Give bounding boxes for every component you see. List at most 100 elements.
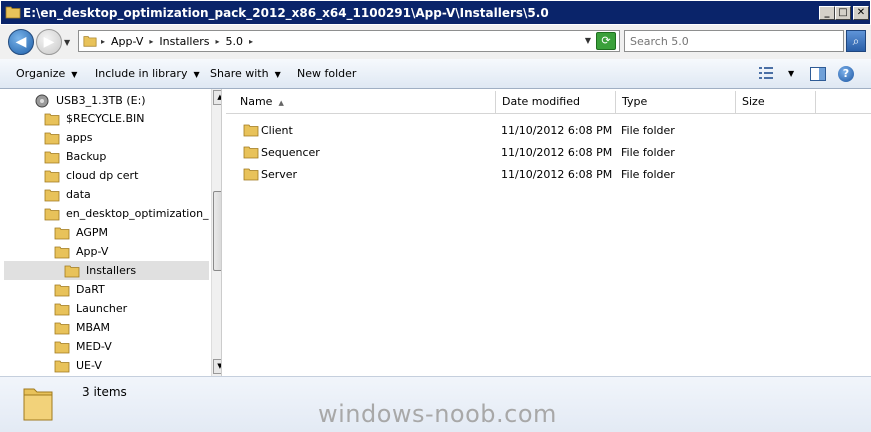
back-button[interactable]: ◀ bbox=[8, 29, 34, 55]
view-dropdown[interactable]: ▼ bbox=[788, 69, 794, 78]
navigation-pane: USB3_1.3TB (E:) $RECYCLE.BIN apps Backup… bbox=[4, 89, 222, 376]
folder-icon bbox=[54, 322, 70, 334]
scroll-thumb[interactable] bbox=[213, 191, 221, 271]
tree-scrollbar[interactable]: ▲ ▼ bbox=[211, 89, 221, 376]
arrow-left-icon: ◀ bbox=[15, 34, 27, 50]
file-row-client[interactable]: Client 11/10/2012 6:08 PM File folder bbox=[226, 120, 871, 140]
organize-label: Organize bbox=[16, 67, 66, 80]
tree-item-ue-v[interactable]: UE-V bbox=[54, 356, 209, 375]
sort-ascending-icon: ▲ bbox=[278, 99, 284, 107]
folder-icon bbox=[54, 341, 70, 353]
address-bar[interactable]: ▸ App-V ▸ Installers ▸ 5.0 ▸ ▼ bbox=[78, 30, 620, 52]
tree-item-label: Installers bbox=[86, 264, 137, 277]
tree-item-med-v[interactable]: MED-V bbox=[54, 337, 209, 356]
folder-icon bbox=[243, 168, 259, 181]
tree-item-data[interactable]: data bbox=[44, 185, 209, 204]
tree-item-agpm[interactable]: AGPM bbox=[54, 223, 209, 242]
tree-item-label: $RECYCLE.BIN bbox=[66, 112, 145, 125]
minimize-button[interactable]: _ bbox=[819, 6, 835, 20]
tree-item-backup[interactable]: Backup bbox=[44, 147, 209, 166]
folder-icon bbox=[5, 6, 21, 19]
chevron-right-icon[interactable]: ▸ bbox=[249, 37, 253, 46]
tree-item-launcher[interactable]: Launcher bbox=[54, 299, 209, 318]
arrow-right-icon: ▶ bbox=[43, 34, 55, 50]
folder-icon bbox=[44, 208, 60, 220]
folder-icon bbox=[44, 113, 60, 125]
tree-item-label: DaRT bbox=[76, 283, 105, 296]
file-row-server[interactable]: Server 11/10/2012 6:08 PM File folder bbox=[226, 164, 871, 184]
view-options-icon[interactable] bbox=[758, 66, 774, 80]
tree-item-cloud-dp-cert[interactable]: cloud dp cert bbox=[44, 166, 209, 185]
column-header-size[interactable]: Size bbox=[736, 91, 816, 113]
drive-icon bbox=[35, 94, 49, 107]
window-title: E:\en_desktop_optimization_pack_2012_x86… bbox=[23, 6, 549, 20]
tree-item-en-desktop-optimization-pack[interactable]: en_desktop_optimization_pac bbox=[44, 204, 209, 223]
column-header-label: Name bbox=[240, 95, 273, 108]
refresh-icon: ⟳ bbox=[601, 34, 611, 47]
close-button[interactable]: ✕ bbox=[853, 6, 869, 20]
breadcrumb-installers[interactable]: Installers bbox=[159, 35, 209, 48]
breadcrumb-app-v[interactable]: App-V bbox=[111, 35, 143, 48]
column-header-name[interactable]: Name ▲ bbox=[234, 91, 496, 113]
breadcrumb: ▸ App-V ▸ Installers ▸ 5.0 ▸ bbox=[101, 35, 259, 48]
folder-icon bbox=[54, 360, 70, 372]
search-button[interactable]: ⌕ bbox=[846, 30, 866, 52]
scroll-up-button[interactable]: ▲ bbox=[213, 90, 221, 105]
folder-icon bbox=[83, 36, 97, 47]
tree-item-label: Launcher bbox=[76, 302, 128, 315]
chevron-right-icon[interactable]: ▸ bbox=[149, 37, 153, 46]
tree-item-drive[interactable]: USB3_1.3TB (E:) bbox=[34, 91, 209, 110]
watermark: windows-noob.com bbox=[318, 400, 557, 428]
organize-menu[interactable]: Organize ▼ bbox=[16, 67, 77, 80]
file-date: 11/10/2012 6:08 PM bbox=[501, 124, 613, 137]
file-row-sequencer[interactable]: Sequencer 11/10/2012 6:08 PM File folder bbox=[226, 142, 871, 162]
chevron-right-icon[interactable]: ▸ bbox=[101, 37, 105, 46]
refresh-button[interactable]: ⟳ bbox=[596, 32, 616, 50]
tree-item-app-v[interactable]: App-V bbox=[54, 242, 209, 261]
tree-item-label: MBAM bbox=[76, 321, 111, 334]
share-with-menu[interactable]: Share with ▼ bbox=[210, 67, 281, 80]
file-name: Sequencer bbox=[261, 146, 320, 159]
header-divider bbox=[226, 113, 871, 114]
tree-item-label: UE-V bbox=[76, 359, 102, 372]
help-button[interactable]: ? bbox=[838, 66, 854, 82]
forward-button[interactable]: ▶ bbox=[36, 29, 62, 55]
folder-icon bbox=[44, 132, 60, 144]
folder-icon bbox=[44, 170, 60, 182]
chevron-right-icon[interactable]: ▸ bbox=[216, 37, 220, 46]
file-name: Client bbox=[261, 124, 293, 137]
breadcrumb-5-0[interactable]: 5.0 bbox=[226, 35, 244, 48]
address-history-dropdown[interactable]: ▼ bbox=[585, 36, 591, 45]
tree-item-label: en_desktop_optimization_pac bbox=[66, 207, 209, 220]
address-row: ◀ ▶ ▼ ▸ App-V ▸ Installers ▸ 5.0 ▸ ▼ ⟳ ⌕ bbox=[0, 25, 871, 59]
folder-icon bbox=[54, 227, 70, 239]
recent-pages-dropdown[interactable]: ▼ bbox=[64, 38, 70, 47]
tree-item-apps[interactable]: apps bbox=[44, 128, 209, 147]
tree-item-dart[interactable]: DaRT bbox=[54, 280, 209, 299]
tree-item-recycle-bin[interactable]: $RECYCLE.BIN bbox=[44, 109, 209, 128]
file-date: 11/10/2012 6:08 PM bbox=[501, 146, 613, 159]
search-box[interactable] bbox=[624, 30, 844, 52]
file-list: Name ▲ Date modified Type Size Client 11/… bbox=[226, 89, 871, 376]
folder-icon bbox=[243, 124, 259, 137]
tree-item-installers[interactable]: Installers bbox=[4, 261, 209, 280]
scroll-down-button[interactable]: ▼ bbox=[213, 359, 221, 374]
maximize-button[interactable]: □ bbox=[835, 6, 851, 20]
new-folder-button[interactable]: New folder bbox=[297, 67, 356, 80]
chevron-down-icon: ▼ bbox=[71, 70, 78, 79]
file-type: File folder bbox=[621, 168, 675, 181]
tree-item-label: AGPM bbox=[76, 226, 108, 239]
tree-item-label: App-V bbox=[76, 245, 109, 258]
tree-item-label: MED-V bbox=[76, 340, 112, 353]
tree-item-mbam[interactable]: MBAM bbox=[54, 318, 209, 337]
file-type: File folder bbox=[621, 146, 675, 159]
chevron-down-icon: ▼ bbox=[193, 70, 200, 79]
include-in-library-menu[interactable]: Include in library ▼ bbox=[95, 67, 200, 80]
column-header-type[interactable]: Type bbox=[616, 91, 736, 113]
folder-icon bbox=[23, 388, 53, 421]
search-input[interactable] bbox=[625, 31, 843, 51]
column-header-date-modified[interactable]: Date modified bbox=[496, 91, 616, 113]
folder-icon bbox=[64, 265, 80, 277]
preview-pane-icon[interactable] bbox=[810, 67, 826, 81]
file-type: File folder bbox=[621, 124, 675, 137]
